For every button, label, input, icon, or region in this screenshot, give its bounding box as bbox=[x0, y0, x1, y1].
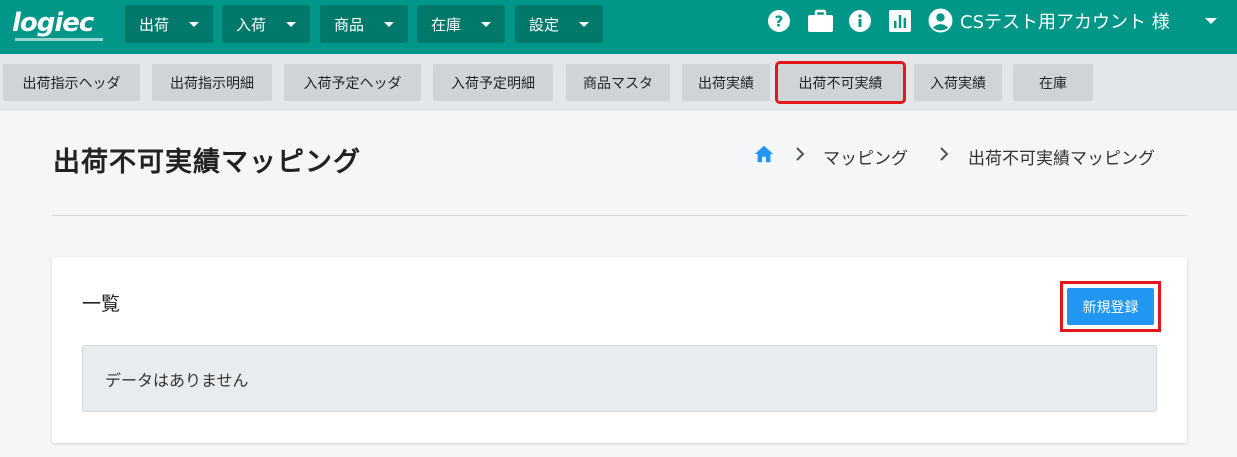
sub-product-master[interactable]: 商品マスタ bbox=[566, 64, 670, 101]
logo-text: logiec bbox=[12, 8, 94, 38]
sub-receiving-results[interactable]: 入荷実績 bbox=[914, 64, 1002, 101]
chart-icon[interactable] bbox=[888, 9, 912, 33]
caret-down-icon bbox=[384, 22, 394, 27]
menu-settings-label: 設定 bbox=[529, 15, 560, 34]
page-title: 出荷不可実績マッピング bbox=[53, 147, 361, 178]
top-navbar: logiec 出荷 入荷 商品 在庫 設定 ? CSテスト用アカウント 様 bbox=[0, 0, 1237, 54]
sub-shipping-detail[interactable]: 出荷指示明細 bbox=[152, 64, 272, 101]
menu-receiving-label: 入荷 bbox=[236, 15, 267, 34]
card-title: 一覧 bbox=[82, 293, 121, 315]
sub-receiving-detail[interactable]: 入荷予定明細 bbox=[433, 64, 553, 101]
menu-receiving[interactable]: 入荷 bbox=[222, 5, 310, 43]
caret-down-icon bbox=[481, 22, 491, 27]
logo[interactable]: logiec bbox=[12, 8, 107, 46]
caret-down-icon bbox=[189, 22, 199, 27]
list-card: 一覧 新規登録 データはありません bbox=[52, 257, 1187, 443]
menu-products[interactable]: 商品 bbox=[320, 5, 408, 43]
new-register-button[interactable]: 新規登録 bbox=[1067, 288, 1154, 325]
account-name: CSテスト用アカウント 様 bbox=[960, 12, 1170, 33]
menu-shipping[interactable]: 出荷 bbox=[125, 5, 213, 43]
sub-shipping-results[interactable]: 出荷実績 bbox=[682, 64, 770, 101]
svg-text:?: ? bbox=[775, 13, 784, 31]
sub-shipping-header[interactable]: 出荷指示ヘッダ bbox=[3, 64, 140, 101]
breadcrumb-current: 出荷不可実績マッピング bbox=[968, 149, 1155, 169]
logo-underline bbox=[15, 38, 103, 41]
chevron-right-icon bbox=[940, 147, 949, 161]
menu-shipping-label: 出荷 bbox=[139, 15, 170, 34]
empty-message: データはありません bbox=[82, 345, 1157, 412]
info-icon[interactable] bbox=[848, 9, 872, 33]
sub-unshippable-results[interactable]: 出荷不可実績 bbox=[775, 61, 906, 104]
menu-inventory[interactable]: 在庫 bbox=[417, 5, 505, 43]
menu-products-label: 商品 bbox=[334, 15, 365, 34]
briefcase-icon[interactable] bbox=[807, 9, 834, 33]
caret-down-icon bbox=[1205, 18, 1217, 24]
breadcrumb-mapping[interactable]: マッピング bbox=[823, 144, 908, 169]
home-icon[interactable] bbox=[753, 143, 775, 165]
chevron-right-icon bbox=[796, 147, 805, 161]
menu-inventory-label: 在庫 bbox=[431, 15, 462, 34]
sub-inventory[interactable]: 在庫 bbox=[1013, 64, 1093, 101]
menu-settings[interactable]: 設定 bbox=[515, 5, 603, 43]
divider bbox=[52, 215, 1187, 216]
account-circle-icon bbox=[928, 8, 953, 33]
help-icon[interactable]: ? bbox=[767, 9, 791, 33]
sub-menu-bar: 出荷指示ヘッダ 出荷指示明細 入荷予定ヘッダ 入荷予定明細 商品マスタ 出荷実績… bbox=[0, 54, 1237, 111]
new-button-highlight: 新規登録 bbox=[1060, 281, 1161, 332]
caret-down-icon bbox=[579, 22, 589, 27]
caret-down-icon bbox=[286, 22, 296, 27]
sub-receiving-header[interactable]: 入荷予定ヘッダ bbox=[284, 64, 421, 101]
